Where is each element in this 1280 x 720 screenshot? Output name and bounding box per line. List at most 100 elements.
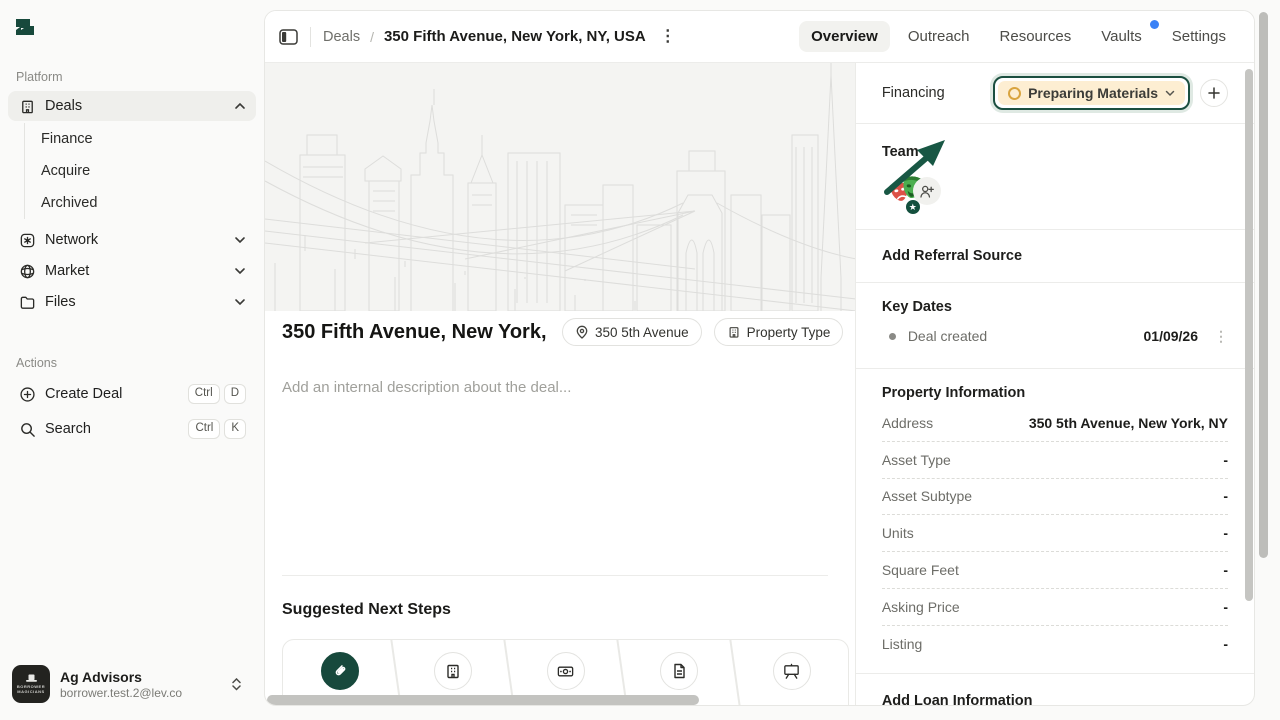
folder-icon [18, 293, 36, 311]
property-row-address[interactable]: Address 350 5th Avenue, New York, NY [882, 405, 1228, 442]
property-type-badge[interactable]: Property Type [714, 318, 844, 346]
horizontal-scrollbar[interactable] [267, 695, 699, 705]
key-date-row: Deal created 01/09/26 ⋮ [882, 328, 1228, 344]
deal-page-card: Deals / 350 Fifth Avenue, New York, NY, … [264, 10, 1255, 706]
breadcrumb-deals[interactable]: Deals [323, 29, 360, 45]
globe-icon [18, 262, 36, 280]
kbd-k: K [224, 419, 246, 439]
financing-section: Financing Preparing Materials [856, 63, 1254, 123]
create-deal-label: Create Deal [45, 386, 122, 402]
sidebar-item-label: Files [45, 294, 76, 310]
breadcrumb-current-deal: 350 Fifth Avenue, New York, NY, USA [384, 28, 646, 45]
property-row-asset-type[interactable]: Asset Type - [882, 442, 1228, 479]
chevron-up-icon [234, 102, 246, 110]
sidebar-item-acquire[interactable]: Acquire [25, 155, 256, 187]
key-date-label: Deal created [908, 328, 987, 344]
panel-scrollbar[interactable] [1245, 69, 1253, 601]
sidebar: Platform Deals Finance Acquire Archived [0, 0, 264, 720]
tab-settings[interactable]: Settings [1160, 21, 1238, 52]
sidebar-item-label: Network [45, 232, 98, 248]
header-divider [310, 27, 311, 47]
create-deal-shortcut: Ctrl D [188, 384, 246, 404]
avatar-text-line2: MAGICIANS [17, 689, 44, 694]
app-logo-icon[interactable] [12, 14, 38, 40]
property-row-asking-price[interactable]: Asking Price - [882, 589, 1228, 626]
plus-icon [1208, 87, 1220, 99]
team-section: Team [856, 123, 1254, 229]
search-icon [18, 420, 36, 438]
kbd-ctrl: Ctrl [188, 384, 220, 404]
sidebar-item-finance[interactable]: Finance [25, 123, 256, 155]
user-email: borrower.test.2@lev.co [60, 686, 182, 700]
add-loan-information-section[interactable]: Add Loan Information [856, 673, 1254, 706]
deal-tabs: Overview Outreach Resources Vaults Setti… [799, 21, 1238, 52]
key-date-value[interactable]: 01/09/26 [1144, 328, 1199, 344]
property-information-section: Property Information Address 350 5th Ave… [856, 368, 1254, 673]
sidebar-nav: Platform Deals Finance Acquire Archived [0, 70, 264, 318]
notification-dot [1150, 20, 1159, 29]
search-label: Search [45, 421, 91, 437]
property-row-listing[interactable]: Listing - [882, 626, 1228, 663]
unfold-icon [231, 678, 242, 691]
page-header: Deals / 350 Fifth Avenue, New York, NY, … [265, 11, 1254, 63]
tab-overview[interactable]: Overview [799, 21, 890, 52]
create-deal-button[interactable]: Create Deal Ctrl D [8, 377, 256, 411]
financing-status-label: Preparing Materials [1028, 85, 1158, 101]
sidebar-toggle-icon[interactable] [279, 29, 298, 45]
add-financing-button[interactable] [1200, 79, 1228, 107]
sidebar-item-archived[interactable]: Archived [25, 187, 256, 219]
tab-outreach[interactable]: Outreach [896, 21, 982, 52]
document-icon [660, 652, 698, 690]
property-row-asset-subtype[interactable]: Asset Subtype - [882, 479, 1228, 516]
sidebar-item-market[interactable]: Market [8, 256, 256, 286]
sidebar-item-network[interactable]: Network [8, 225, 256, 255]
sidebar-item-label: Market [45, 263, 89, 279]
add-loan-information-label: Add Loan Information [882, 693, 1033, 706]
deal-cover-image[interactable] [265, 63, 855, 311]
tab-resources[interactable]: Resources [988, 21, 1084, 52]
property-information-title: Property Information [882, 385, 1228, 401]
search-shortcut: Ctrl K [188, 419, 246, 439]
user-avatar: BORROWER MAGICIANS [12, 665, 50, 703]
chevron-down-icon [234, 298, 246, 306]
building-icon [18, 97, 36, 115]
description-input[interactable]: Add an internal description about the de… [282, 379, 571, 396]
property-row-units[interactable]: Units - [882, 515, 1228, 552]
user-meta: Ag Advisors borrower.test.2@lev.co [60, 669, 182, 700]
platform-group-label: Platform [0, 70, 264, 90]
deal-kebab-menu-icon[interactable]: ⋮ [660, 29, 676, 45]
key-date-kebab-icon[interactable]: ⋮ [1214, 329, 1228, 343]
add-team-member-button[interactable] [913, 177, 941, 205]
deal-title-row: 350 Fifth Avenue, New York, NY, USA 350 … [282, 318, 842, 346]
paperclip-icon [321, 652, 359, 690]
tab-vaults[interactable]: Vaults [1089, 21, 1154, 52]
step-presentation[interactable] [735, 640, 848, 706]
sidebar-item-deals[interactable]: Deals [8, 91, 256, 121]
address-badge-label: 350 5th Avenue [595, 325, 689, 340]
kbd-ctrl: Ctrl [188, 419, 220, 439]
chevron-down-icon [234, 267, 246, 275]
user-name: Ag Advisors [60, 669, 182, 685]
address-badge[interactable]: 350 5th Avenue [562, 318, 702, 346]
actions-group-label: Actions [0, 356, 264, 376]
financing-label: Financing [882, 85, 945, 101]
deal-details-panel: Financing Preparing Materials Team [855, 63, 1254, 706]
network-icon [18, 231, 36, 249]
property-row-square-feet[interactable]: Square Feet - [882, 552, 1228, 589]
building-icon [727, 325, 741, 339]
location-pin-icon [575, 325, 589, 339]
star-icon: ★ [909, 202, 917, 212]
financing-status-dropdown[interactable]: Preparing Materials [993, 76, 1190, 110]
page-scrollbar[interactable] [1259, 12, 1268, 558]
user-menu[interactable]: BORROWER MAGICIANS Ag Advisors borrower.… [8, 658, 256, 710]
bullet-icon [889, 333, 896, 340]
key-dates-section: Key Dates Deal created 01/09/26 ⋮ [856, 282, 1254, 368]
search-button[interactable]: Search Ctrl K [8, 412, 256, 446]
sidebar-item-files[interactable]: Files [8, 287, 256, 317]
banknote-icon [547, 652, 585, 690]
add-referral-source-section[interactable]: Add Referral Source [856, 229, 1254, 282]
team-label: Team [882, 144, 919, 160]
deal-title: 350 Fifth Avenue, New York, NY, USA [282, 321, 550, 344]
building-icon [434, 652, 472, 690]
chevron-down-icon [1165, 90, 1175, 97]
